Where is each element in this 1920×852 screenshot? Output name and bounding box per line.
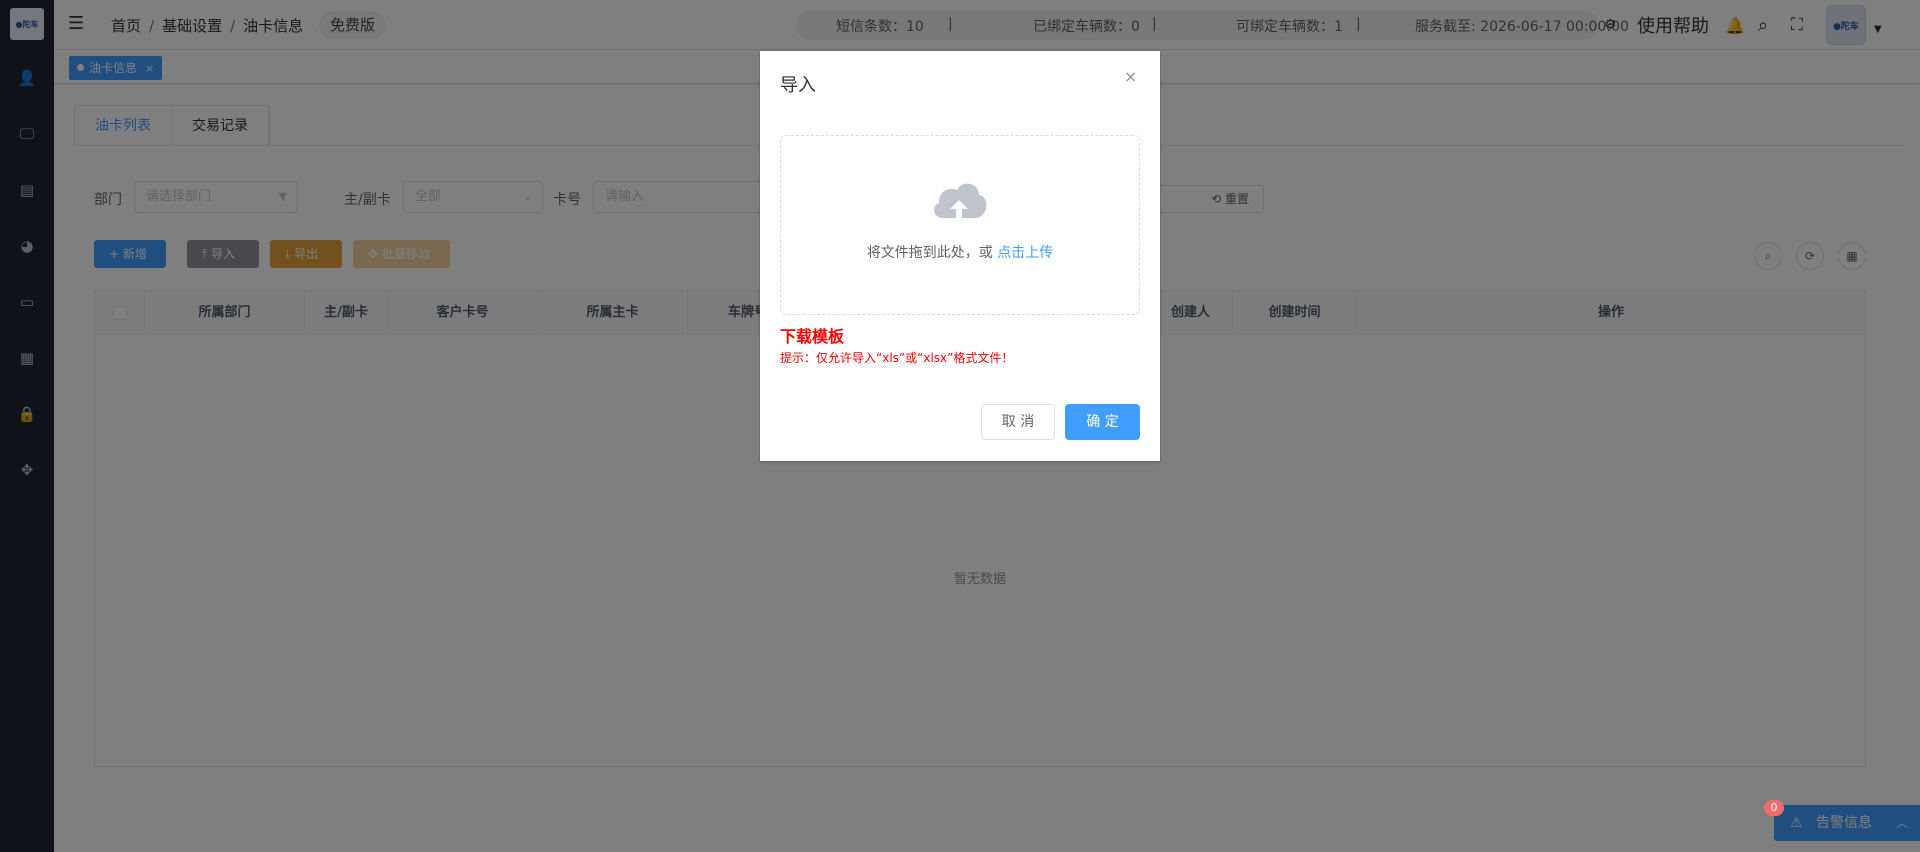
- alert-count-badge: 0: [1764, 800, 1784, 816]
- close-icon[interactable]: ×: [1124, 67, 1137, 86]
- dropzone-text: 将文件拖到此处，或 点击上传: [866, 245, 1054, 261]
- import-dialog: 导入 × 将文件拖到此处，或 点击上传 下载模板 提示：仅允许导入“xls”或“…: [760, 51, 1160, 461]
- confirm-button[interactable]: 确 定: [1065, 404, 1140, 440]
- format-hint: 提示：仅允许导入“xls”或“xlsx”格式文件！: [780, 351, 1014, 365]
- click-upload-link[interactable]: 点击上传: [997, 245, 1053, 261]
- dialog-title: 导入: [780, 75, 816, 96]
- cloud-upload-icon: [934, 183, 987, 220]
- download-template-link[interactable]: 下载模板: [780, 323, 844, 347]
- upload-dropzone[interactable]: 将文件拖到此处，或 点击上传: [780, 135, 1140, 315]
- cancel-button[interactable]: 取 消: [981, 404, 1055, 440]
